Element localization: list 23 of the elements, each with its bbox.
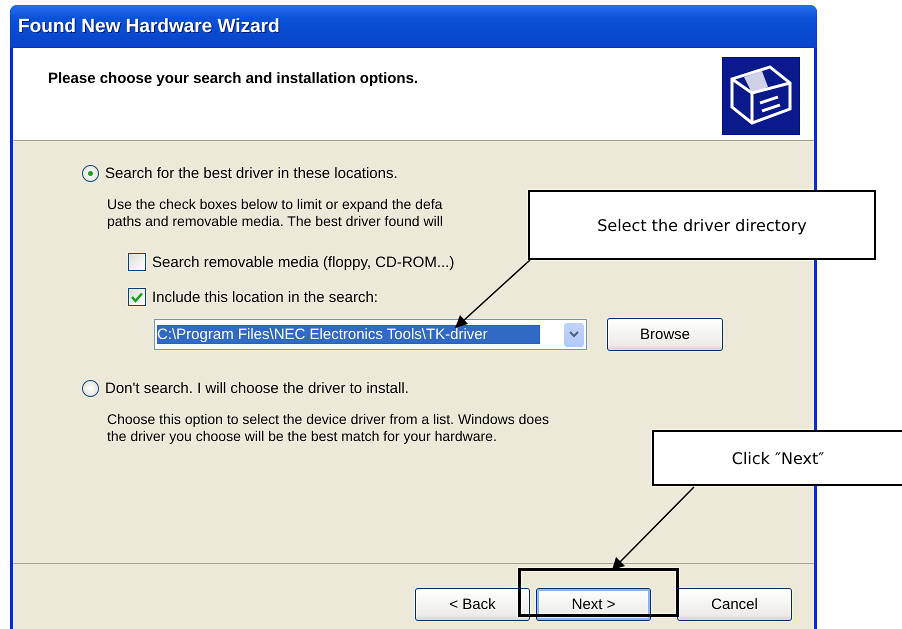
hardware-box-icon bbox=[722, 57, 800, 135]
radio-button[interactable] bbox=[82, 165, 99, 182]
description-text: Use the check boxes below to limit or expand the defa bbox=[107, 196, 442, 213]
wizard-button[interactable]: < Back bbox=[415, 588, 530, 621]
checkbox[interactable] bbox=[128, 253, 146, 271]
description-text: Choose this option to select the device driver from a list. Windows does bbox=[107, 411, 549, 428]
description-text: paths and removable media. The best driver found will bbox=[107, 213, 443, 230]
window-title: Found New Hardware Wizard bbox=[18, 16, 280, 38]
wizard-button[interactable]: Next > bbox=[536, 588, 651, 621]
browse-button[interactable]: Browse bbox=[607, 318, 723, 351]
dropdown-caret-icon[interactable] bbox=[564, 322, 584, 346]
description-text: the driver you choose will be the best match for your hardware. bbox=[107, 428, 497, 445]
checkbox-label: Search removable media (floppy, CD-ROM...) bbox=[152, 254, 454, 270]
callout-text: Select the driver directory bbox=[597, 216, 807, 234]
radio-label: Search for the best driver in these locations. bbox=[105, 165, 398, 182]
callout-text: Click ″Next″ bbox=[732, 448, 824, 468]
checkbox[interactable] bbox=[128, 288, 146, 306]
location-combo-box[interactable]: C:\Program Files\NEC Electronics Tools\TK-driver bbox=[154, 319, 587, 350]
page-heading: Please choose your search and installation options. bbox=[48, 70, 418, 89]
radio-label: Don't search. I will choose the driver to install. bbox=[105, 380, 409, 397]
wizard-button[interactable]: Cancel bbox=[677, 588, 792, 621]
checkbox-label: Include this location in the search: bbox=[152, 288, 378, 306]
radio-button[interactable] bbox=[82, 380, 99, 397]
